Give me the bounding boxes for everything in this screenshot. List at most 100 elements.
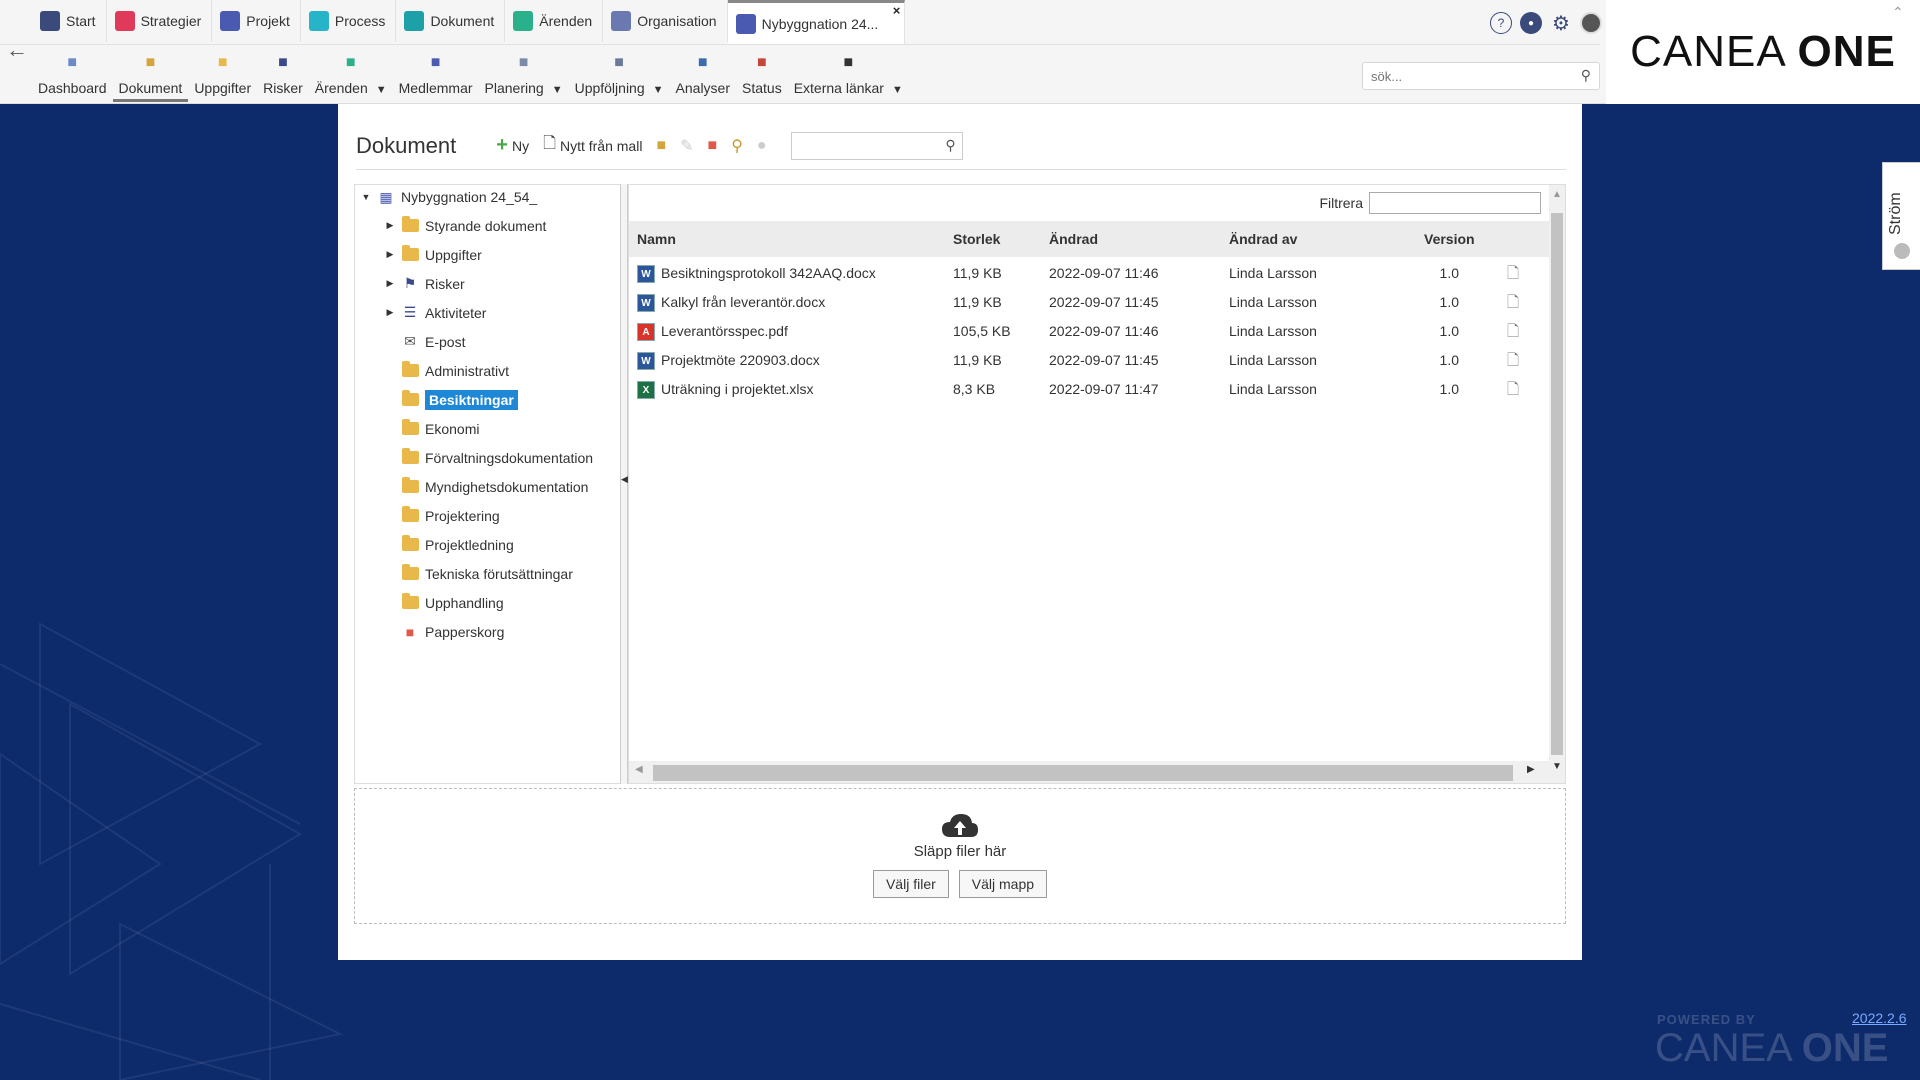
- tab-0[interactable]: Start: [32, 0, 107, 42]
- file-dropzone[interactable]: Släpp filer här Välj filer Välj mapp: [354, 788, 1566, 924]
- scroll-up-icon[interactable]: ▲: [1552, 189, 1562, 200]
- tree-item[interactable]: Tekniska förutsättningar: [385, 562, 573, 586]
- table-row[interactable]: W Besiktningsprotokoll 342AAQ.docx 11,9 KB…: [629, 259, 1549, 288]
- close-icon[interactable]: ×: [893, 3, 901, 18]
- table-row[interactable]: A Leverantörsspec.pdf 105,5 KB 2022-09-07 1…: [629, 317, 1549, 346]
- avatar[interactable]: [1580, 12, 1602, 34]
- tree-item[interactable]: Upphandling: [385, 591, 504, 615]
- new-from-template-button[interactable]: 🗋 Nytt från mall: [543, 132, 642, 159]
- caret-down-icon[interactable]: ▼: [892, 84, 903, 96]
- search-icon[interactable]: ⚲: [1581, 67, 1591, 84]
- tree-item[interactable]: Förvaltningsdokumentation: [385, 446, 593, 470]
- tab-1[interactable]: Strategier: [106, 0, 213, 42]
- tab-6[interactable]: Organisation: [603, 0, 728, 42]
- search-icon[interactable]: ⚲: [945, 137, 955, 154]
- new-button[interactable]: + Ny: [496, 134, 529, 157]
- column-size[interactable]: Storlek: [953, 221, 1000, 257]
- caret-down-icon[interactable]: ▼: [653, 84, 664, 96]
- caret-down-icon[interactable]: ▼: [376, 84, 387, 96]
- gear-icon[interactable]: ⚙: [1550, 12, 1572, 35]
- tree-splitter[interactable]: ◀: [620, 184, 628, 784]
- vertical-scroll-thumb[interactable]: [1551, 213, 1563, 755]
- table-row[interactable]: W Projektmöte 220903.docx 11,9 KB 2022-09-0…: [629, 346, 1549, 375]
- cell-name[interactable]: Besiktningsprotokoll 342AAQ.docx: [661, 259, 876, 288]
- chevron-up-icon[interactable]: ⌃: [1892, 4, 1904, 21]
- scroll-left-icon[interactable]: ◀: [635, 764, 643, 775]
- toolbar-item-0[interactable]: ■ Dashboard: [32, 48, 113, 102]
- cell-name[interactable]: Kalkyl från leverantör.docx: [661, 288, 825, 317]
- expand-icon[interactable]: ▶: [385, 220, 395, 231]
- tree-item[interactable]: Projektledning: [385, 533, 514, 557]
- scroll-right-icon[interactable]: ▶: [1527, 764, 1535, 775]
- document-details-icon[interactable]: 🗋: [1507, 317, 1519, 346]
- horizontal-scrollbar[interactable]: ◀ ▶: [629, 761, 1549, 783]
- toolbar-item-8[interactable]: ■ Analyser: [670, 48, 736, 102]
- tab-2[interactable]: Projekt: [212, 0, 301, 42]
- tree-item[interactable]: ▶ Styrande dokument: [385, 214, 546, 238]
- tree-item[interactable]: Ekonomi: [385, 417, 479, 441]
- table-row[interactable]: W Kalkyl från leverantör.docx 11,9 KB 2022-…: [629, 288, 1549, 317]
- toolbar-item-6[interactable]: ■ Planering ▼: [479, 48, 569, 102]
- expanded-icon[interactable]: ▼: [361, 192, 371, 202]
- help-icon[interactable]: ?: [1490, 12, 1512, 34]
- expand-icon[interactable]: ▶: [385, 278, 395, 289]
- column-name[interactable]: Namn: [637, 221, 676, 257]
- document-details-icon[interactable]: 🗋: [1507, 288, 1519, 317]
- toolbar-item-7[interactable]: ■ Uppföljning ▼: [569, 48, 670, 102]
- version-link[interactable]: 2022.2.6: [1852, 1010, 1907, 1026]
- filter-input[interactable]: [1369, 192, 1541, 214]
- document-details-icon[interactable]: 🗋: [1507, 346, 1519, 375]
- toolbar-item-9[interactable]: ■ Status: [736, 48, 788, 102]
- stream-side-tab[interactable]: Ström: [1882, 162, 1920, 270]
- toolbar-item-4[interactable]: ■ Ärenden ▼: [309, 48, 393, 102]
- table-row[interactable]: X Uträkning i projektet.xlsx 8,3 KB 2022-09…: [629, 375, 1549, 404]
- tab-7[interactable]: Nybyggnation 24... ×: [727, 0, 906, 44]
- cell-name[interactable]: Projektmöte 220903.docx: [661, 346, 820, 375]
- choose-folder-button[interactable]: Välj mapp: [958, 870, 1048, 898]
- comment-button[interactable]: ●: [757, 137, 767, 155]
- document-search-input[interactable]: [791, 132, 932, 159]
- column-changed[interactable]: Ändrad: [1049, 221, 1098, 257]
- tab-5[interactable]: Ärenden: [505, 0, 604, 42]
- toolbar-label: Risker: [263, 80, 303, 96]
- permissions-button[interactable]: ⚲: [731, 136, 743, 156]
- tree-item[interactable]: Administrativt: [385, 359, 509, 383]
- tree-item[interactable]: ✉ E-post: [385, 330, 465, 354]
- new-folder-button[interactable]: ■: [656, 137, 666, 155]
- toolbar-item-5[interactable]: ■ Medlemmar: [393, 48, 479, 102]
- tab-4[interactable]: Dokument: [396, 0, 506, 42]
- expand-icon[interactable]: ▶: [385, 249, 395, 260]
- tree-item[interactable]: ▶ Uppgifter: [385, 243, 482, 267]
- tree-item[interactable]: ■ Papperskorg: [385, 620, 505, 644]
- cell-name[interactable]: Leverantörsspec.pdf: [661, 317, 788, 346]
- project-toolbar: ■ Dashboard ■ Dokument ■ Uppgifter ■ Risker ■ Äre…: [32, 48, 909, 102]
- tree-root[interactable]: ▼ ▦ Nybyggnation 24_54_: [361, 185, 538, 209]
- project-icon: [220, 11, 241, 31]
- edit-button[interactable]: ✎: [680, 136, 693, 156]
- scroll-down-icon[interactable]: ▼: [1552, 761, 1562, 772]
- expand-icon[interactable]: ▶: [385, 307, 395, 318]
- toolbar-item-10[interactable]: ■ Externa länkar ▼: [788, 48, 909, 102]
- choose-files-button[interactable]: Välj filer: [872, 870, 949, 898]
- tree-item[interactable]: ▶ ☰ Aktiviteter: [385, 301, 487, 325]
- cell-name[interactable]: Uträkning i projektet.xlsx: [661, 375, 814, 404]
- global-search-input[interactable]: [1363, 63, 1563, 89]
- column-version[interactable]: Version: [1424, 221, 1475, 257]
- vertical-scrollbar[interactable]: ▲ ▼: [1549, 185, 1565, 783]
- tree-item[interactable]: Projektering: [385, 504, 500, 528]
- toolbar-item-1[interactable]: ■ Dokument: [112, 48, 189, 102]
- document-details-icon[interactable]: 🗋: [1507, 259, 1519, 288]
- horizontal-scroll-thumb[interactable]: [653, 765, 1513, 781]
- column-changed-by[interactable]: Ändrad av: [1229, 221, 1297, 257]
- caret-down-icon[interactable]: ▼: [552, 84, 563, 96]
- tree-item[interactable]: ▶ ⚑ Risker: [385, 272, 465, 296]
- document-details-icon[interactable]: 🗋: [1507, 375, 1519, 404]
- tree-item[interactable]: Besiktningar: [385, 388, 518, 412]
- delete-button[interactable]: ■: [708, 137, 718, 155]
- toolbar-item-3[interactable]: ■ Risker: [257, 48, 309, 102]
- toolbar-item-2[interactable]: ■ Uppgifter: [188, 48, 257, 102]
- palette-icon[interactable]: ●: [1520, 12, 1542, 34]
- collapse-left-icon[interactable]: ◀: [621, 474, 628, 485]
- tab-3[interactable]: Process: [300, 0, 397, 42]
- tree-item[interactable]: Myndighetsdokumentation: [385, 475, 588, 499]
